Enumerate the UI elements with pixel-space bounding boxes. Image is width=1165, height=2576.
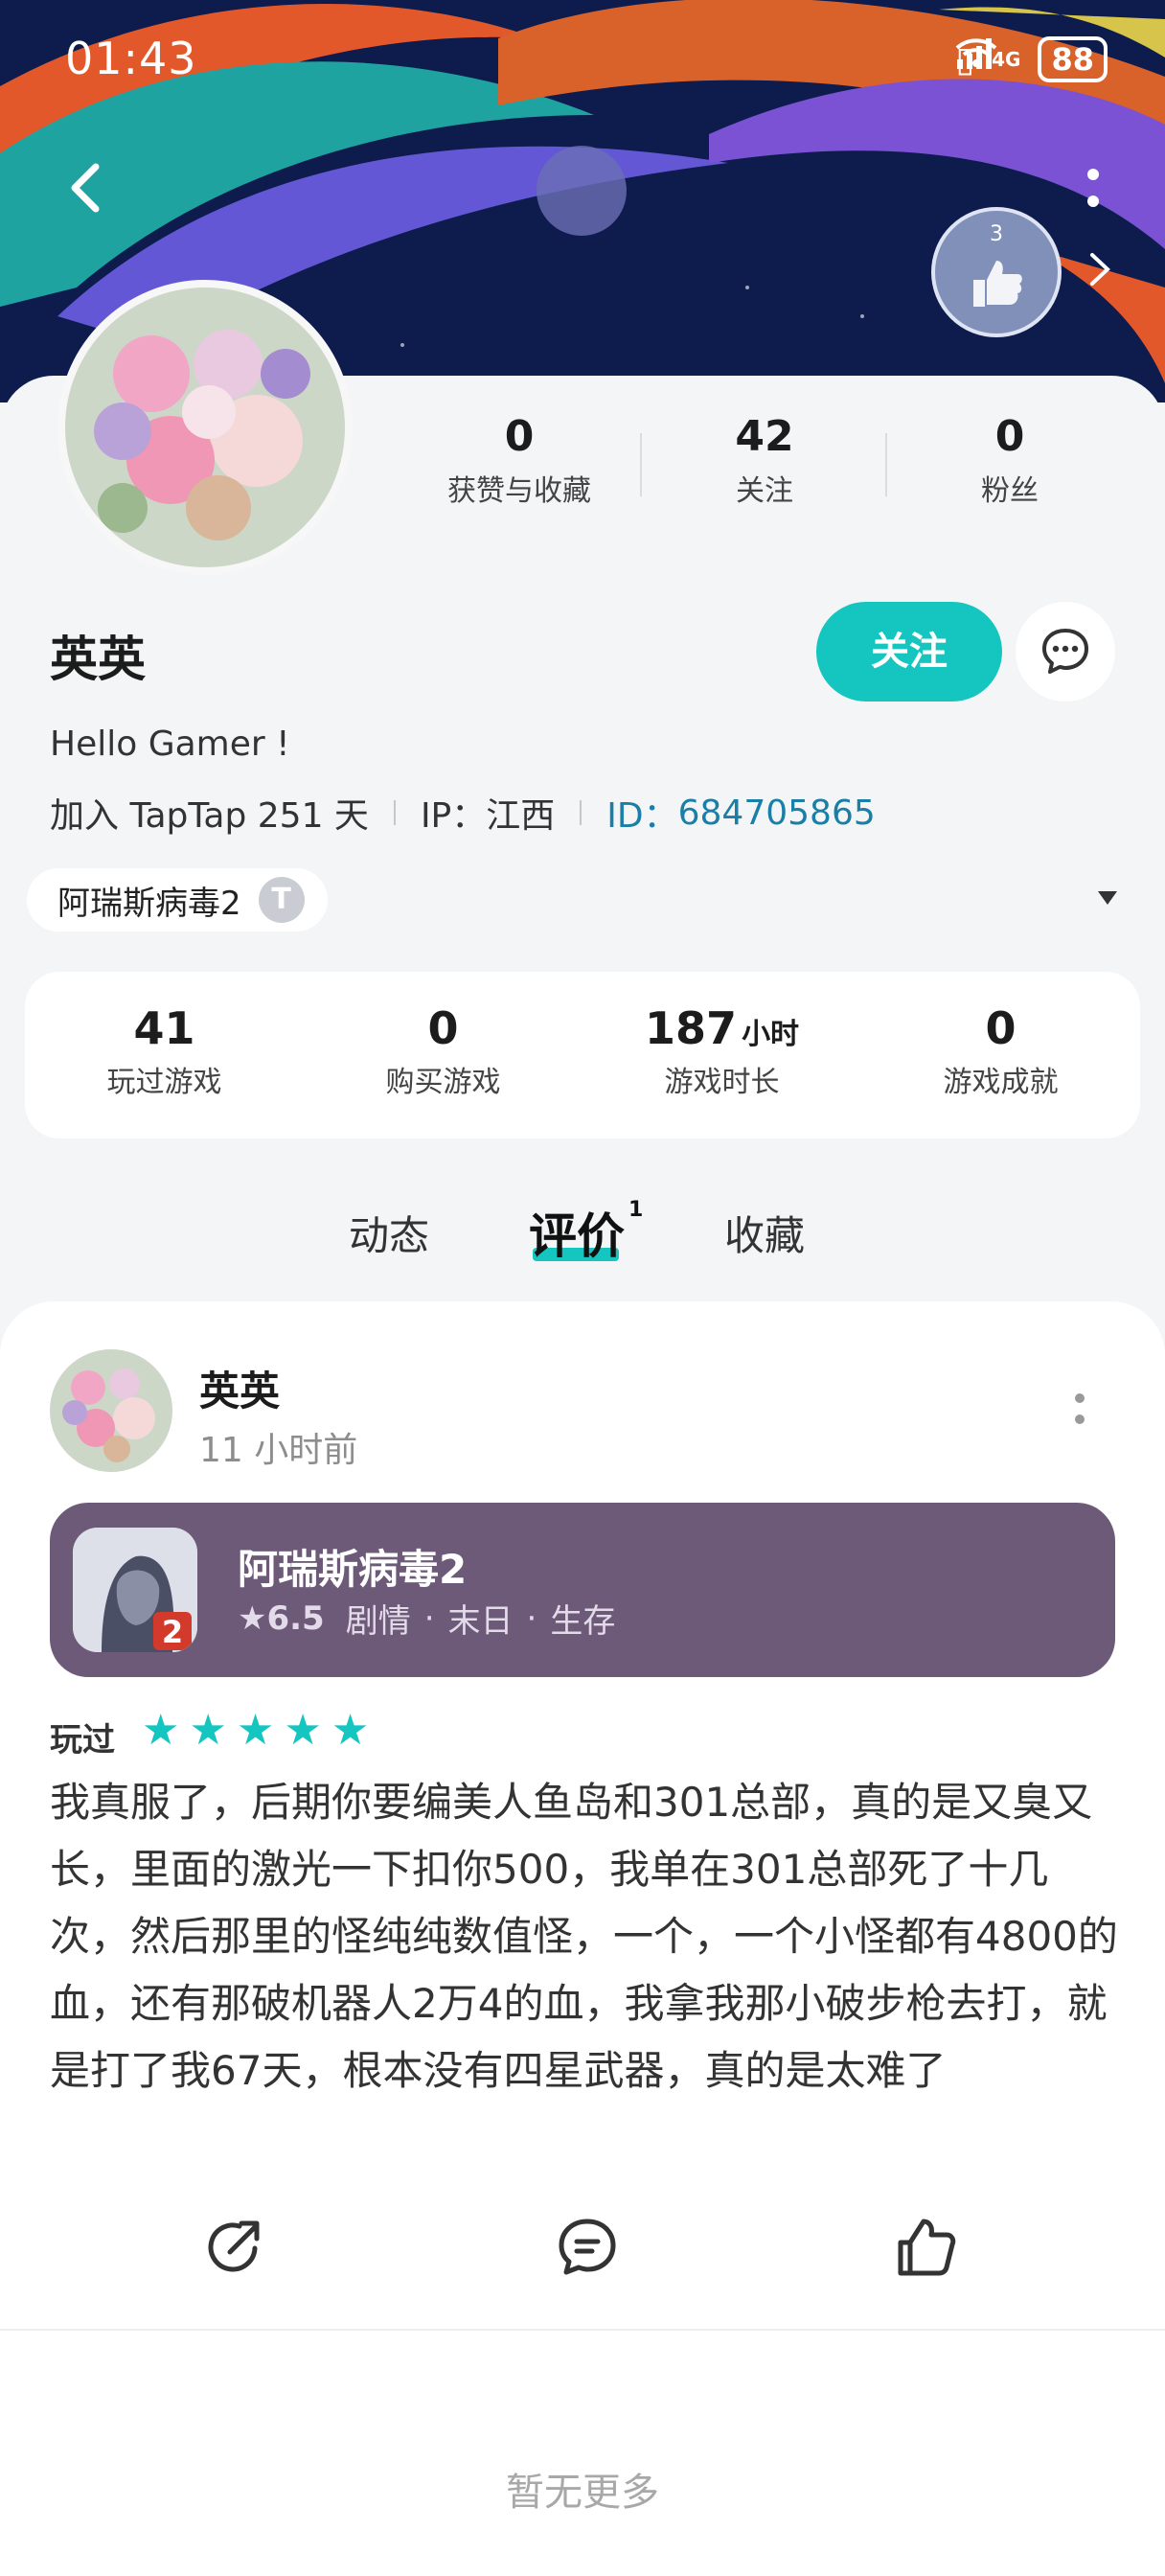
more-vertical-icon (1087, 169, 1099, 207)
gstat-achievements[interactable]: 0 游戏成就 (861, 1002, 1140, 1100)
dropdown-arrow-icon[interactable] (1098, 891, 1117, 905)
game-tag: 末日 (447, 1602, 514, 1641)
flower-avatar-image (65, 288, 345, 567)
banner-decoration (537, 146, 627, 236)
gstat-bought-label: 购买游戏 (385, 1066, 501, 1099)
star-icon: ★ (142, 1706, 180, 1755)
reviewed-game-meta: ★ 6.5 剧情 · 末日 · 生存 (238, 1595, 615, 1642)
profile-avatar[interactable] (57, 280, 353, 575)
more-options-button[interactable] (1079, 163, 1108, 220)
gstat-playtime-value: 187 (644, 1002, 737, 1054)
share-button[interactable] (201, 2214, 268, 2281)
tab-reviews[interactable]: 评价 1 (529, 1198, 643, 1267)
reviewed-game-title: 阿瑞斯病毒2 (238, 1546, 468, 1593)
review-time: 11 小时前 (199, 1431, 358, 1470)
star-icon: ★ (189, 1706, 227, 1755)
review-body[interactable]: 我真服了，后期你要编美人鱼岛和301总部，真的是又臭又长，里面的激光一下扣你50… (50, 1769, 1123, 2104)
back-button[interactable] (54, 153, 121, 220)
game-tag: 生存 (550, 1602, 616, 1641)
message-button[interactable] (1016, 602, 1115, 702)
comment-button[interactable] (554, 2214, 621, 2281)
stat-followers-value: 0 (994, 412, 1025, 461)
gstat-played-label: 玩过游戏 (106, 1066, 222, 1099)
star-icon: ★ (284, 1706, 322, 1755)
comment-icon (559, 2219, 616, 2275)
user-id-label: ID： (606, 796, 678, 836)
no-more-indicator: 暂无更多 (506, 2471, 659, 2515)
gstat-played-value: 41 (133, 1002, 195, 1054)
stat-following[interactable]: 42 关注 (640, 412, 889, 509)
stat-likes-value: 0 (504, 412, 535, 461)
star-icon: ★ (236, 1706, 275, 1755)
status-bar: 01:43 ▯ 4G 88 (0, 0, 1165, 115)
join-duration: 加入 TapTap 251 天 (50, 796, 369, 836)
featured-game-chip[interactable]: 阿瑞斯病毒2 T (27, 868, 328, 932)
game-icon: 2 (73, 1528, 197, 1652)
tag-separator: · (423, 1598, 435, 1638)
game-stats-panel: 41 玩过游戏 0 购买游戏 187 小时 游戏时长 0 游戏成就 (25, 972, 1140, 1138)
profile-meta: 加入 TapTap 251 天 IP：江西 ID： 684705865 (50, 788, 876, 838)
profile-bio: Hello Gamer ! (50, 724, 290, 764)
stat-followers[interactable]: 0 粉丝 (885, 412, 1134, 509)
message-icon (1042, 629, 1088, 674)
tab-reviews-count: 1 (628, 1198, 644, 1222)
chevron-right-icon (1090, 253, 1110, 286)
svg-text:2: 2 (162, 1614, 183, 1650)
stat-likes[interactable]: 0 获赞与收藏 (395, 412, 644, 509)
gstat-playtime[interactable]: 187 小时 游戏时长 (582, 1002, 861, 1100)
profile-username: 英英 (50, 632, 146, 687)
gstat-achievements-value: 0 (985, 1002, 1017, 1054)
stat-likes-label: 获赞与收藏 (447, 474, 591, 508)
stat-following-value: 42 (735, 412, 794, 461)
level-badge[interactable]: 3 (931, 207, 1062, 337)
game-cover-icon: 2 (73, 1528, 197, 1652)
thumbs-up-icon (898, 2219, 956, 2276)
follow-button[interactable]: 关注 (816, 602, 1002, 702)
status-time: 01:43 (65, 33, 197, 84)
gstat-achievements-label: 游戏成就 (943, 1066, 1059, 1099)
gstat-bought[interactable]: 0 购买游戏 (304, 1002, 582, 1100)
taptap-t-icon: T (258, 877, 305, 923)
divider (0, 2329, 1165, 2331)
badge-number: 3 (990, 222, 1003, 246)
meta-separator (580, 800, 582, 825)
review-author-avatar[interactable] (50, 1349, 172, 1472)
share-icon (208, 2220, 260, 2272)
signal-icon-2 (957, 38, 993, 69)
review-more-button[interactable] (1073, 1392, 1086, 1426)
back-arrow-icon (71, 163, 100, 213)
ip-location: IP：江西 (420, 796, 556, 836)
thumbs-up-badge-icon (973, 261, 1022, 307)
flower-avatar-image (50, 1349, 172, 1472)
battery-indicator: 88 (1038, 36, 1108, 82)
user-id-value[interactable]: 684705865 (678, 794, 876, 833)
featured-game-name: 阿瑞斯病毒2 (57, 884, 241, 923)
gstat-played[interactable]: 41 玩过游戏 (25, 1002, 304, 1100)
star-small-icon: ★ (238, 1598, 267, 1638)
tab-reviews-label: 评价 (529, 1208, 625, 1264)
reviewed-game-score: 6.5 (266, 1598, 325, 1638)
badge-chevron[interactable] (1081, 245, 1119, 293)
gstat-playtime-label: 游戏时长 (664, 1066, 780, 1099)
review-author-name[interactable]: 英英 (199, 1359, 280, 1417)
rating-stars: ★ ★ ★ ★ ★ (142, 1710, 369, 1752)
tab-favorites[interactable]: 收藏 (724, 1204, 805, 1262)
tag-separator: · (526, 1598, 537, 1638)
meta-separator (393, 800, 396, 825)
more-vertical-icon (1075, 1393, 1085, 1424)
gstat-playtime-unit: 小时 (742, 1018, 800, 1051)
stat-followers-label: 粉丝 (981, 474, 1039, 508)
game-tag: 剧情 (345, 1602, 411, 1641)
stat-following-label: 关注 (736, 474, 793, 508)
like-button[interactable] (893, 2214, 960, 2281)
tab-activity[interactable]: 动态 (349, 1204, 429, 1262)
gstat-bought-value: 0 (427, 1002, 459, 1054)
star-icon: ★ (331, 1706, 370, 1755)
status-icons: ▯ 4G 88 (955, 36, 1108, 82)
reviewed-game-card[interactable]: 2 阿瑞斯病毒2 ★ 6.5 剧情 · 末日 · 生存 (50, 1503, 1115, 1677)
played-label: 玩过 (50, 1721, 115, 1760)
